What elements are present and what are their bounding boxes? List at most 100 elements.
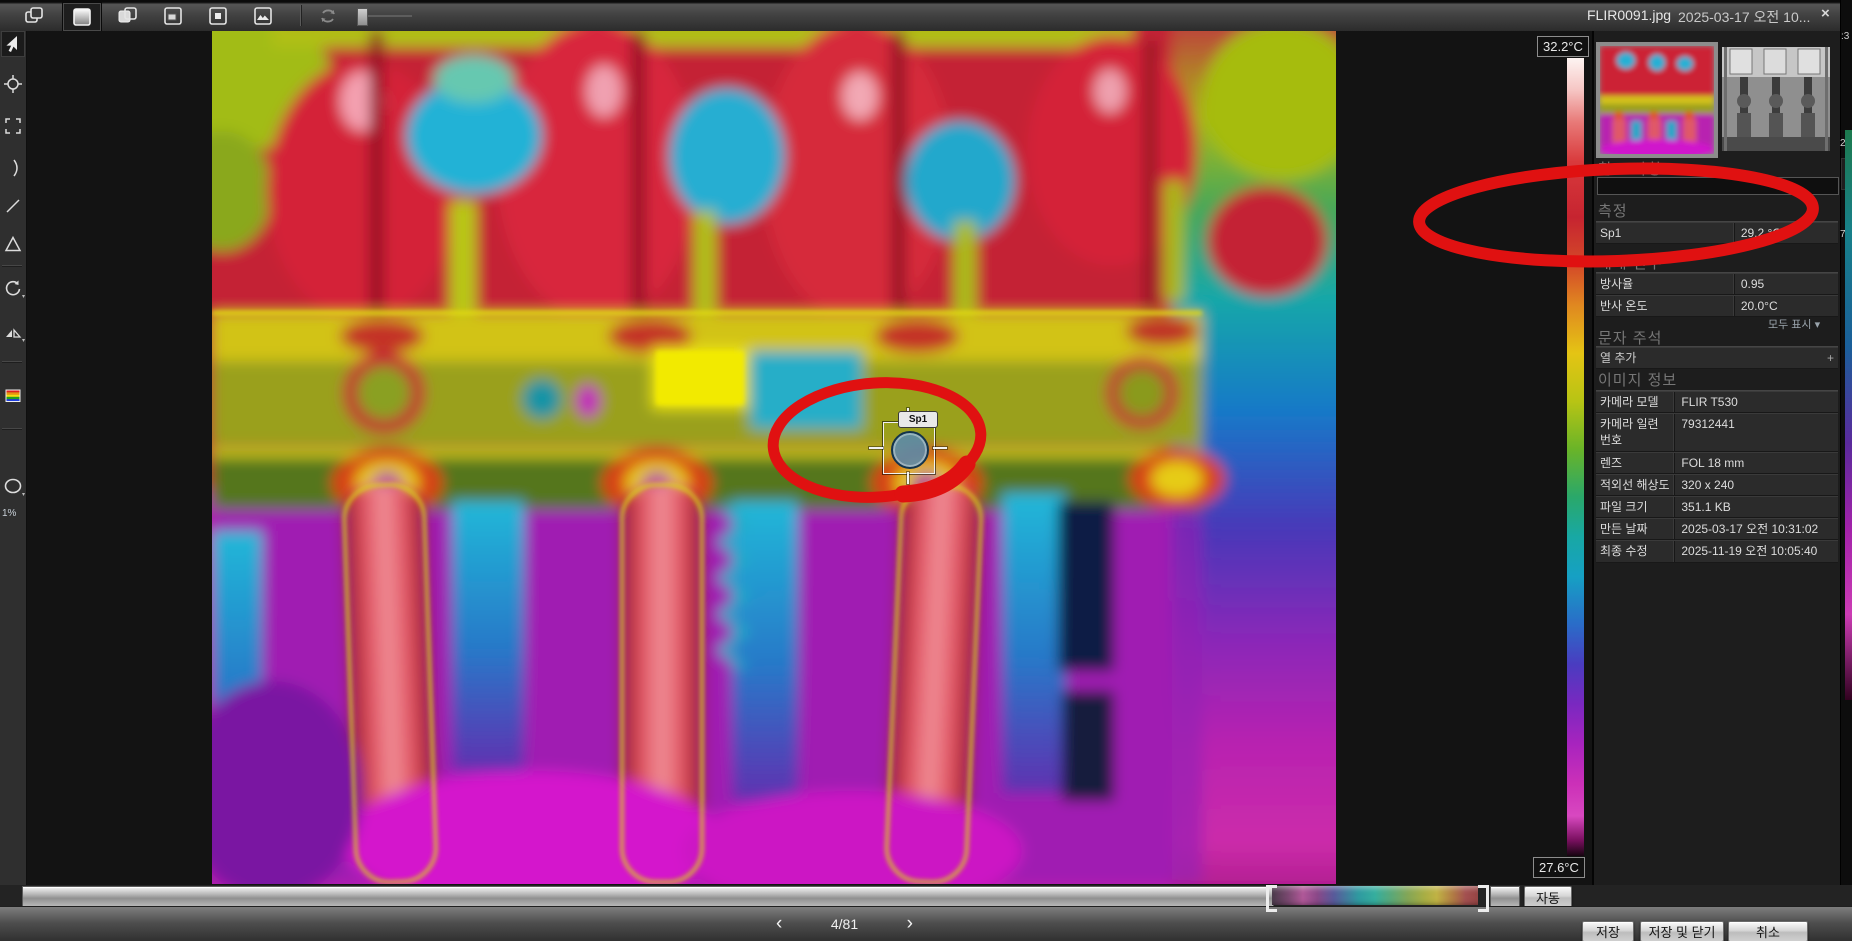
info-value: FLIR T530 <box>1674 392 1838 412</box>
measure-label: Sp1 <box>1596 223 1734 243</box>
arc-measure-icon[interactable] <box>1 155 25 181</box>
param-label: 반사 온도 <box>1596 296 1734 316</box>
span-handle-left[interactable] <box>1266 885 1277 912</box>
table-row: 최종 수정2025-11-19 오전 10:05:40 <box>1596 540 1838 562</box>
thermal-thumbnail-selected[interactable] <box>1596 42 1718 158</box>
table-row: Sp1 29.2 °C <box>1596 222 1838 244</box>
table-row: 반사 온도 20.0°C <box>1596 295 1838 317</box>
table-row: 카메라 모델FLIR T530 <box>1596 391 1838 413</box>
plus-icon[interactable]: + <box>1814 348 1838 368</box>
show-all-label: 모두 표시 <box>1768 319 1812 331</box>
info-value: 2025-03-17 오전 10:31:02 <box>1674 519 1838 539</box>
info-label: 파일 크기 <box>1596 497 1674 517</box>
polygon-measure-icon[interactable] <box>1 231 25 257</box>
add-row-label: 열 추가 <box>1596 348 1814 368</box>
info-value: 2025-11-19 오전 10:05:40 <box>1674 541 1838 561</box>
flip-tool-icon[interactable]: ▾ <box>1 319 25 345</box>
spot-tick-bottom <box>907 472 909 484</box>
visual-photo-thumbnail[interactable] <box>1722 47 1830 151</box>
blend-slider-track[interactable] <box>368 15 412 17</box>
auto-scale-button[interactable]: 자동 <box>1524 886 1572 908</box>
window-file-date: 2025-03-17 오전 10... <box>1678 7 1810 27</box>
palette-tool-icon[interactable] <box>1 383 25 409</box>
prev-image-button[interactable]: ‹ <box>772 915 786 933</box>
close-icon[interactable]: × <box>1821 5 1830 22</box>
info-value: 351.1 KB <box>1674 497 1838 517</box>
select-cursor-icon[interactable] <box>1 31 25 57</box>
spot-tick-right <box>933 447 947 449</box>
info-value: FOL 18 mm <box>1674 453 1838 473</box>
add-row-control[interactable]: 열 추가 + <box>1596 346 1838 369</box>
table-row: 방사율 0.95 <box>1596 273 1838 295</box>
span-track-right[interactable] <box>1490 886 1520 907</box>
measurement-section-title: 측정 <box>1598 200 1628 221</box>
temperature-colorbar[interactable] <box>1567 58 1584 856</box>
param-value[interactable]: 20.0°C <box>1734 296 1838 316</box>
scale-min-label: 27.6°C <box>1533 857 1585 878</box>
span-handle-right[interactable] <box>1478 885 1489 912</box>
info-label: 렌즈 <box>1596 453 1674 473</box>
toolbar-separator <box>300 5 301 26</box>
spot-meter-icon[interactable] <box>1 71 25 97</box>
info-value: 320 x 240 <box>1674 475 1838 495</box>
table-row: 적외선 해상도320 x 240 <box>1596 474 1838 496</box>
blend-slider-handle[interactable] <box>357 8 368 26</box>
pager: ‹ 4/81 › <box>772 912 917 936</box>
notes-input[interactable] <box>1597 177 1839 195</box>
overlay-mode-icon[interactable] <box>22 4 46 28</box>
sidebar-divider <box>2 361 22 362</box>
chevron-down-icon: ▾ <box>22 293 25 300</box>
rotate-image-icon[interactable] <box>316 4 340 28</box>
image-info-section-title: 이미지 정보 <box>1598 369 1677 390</box>
rotate-tool-icon[interactable]: ▾ <box>1 275 25 301</box>
chevron-down-icon: ▾ <box>22 491 25 498</box>
window-filename: FLIR0091.jpg <box>1587 7 1671 23</box>
measure-value: 29.2 °C <box>1734 223 1838 243</box>
info-label: 최종 수정 <box>1596 541 1674 561</box>
edge-colorbar-sliver <box>1845 130 1852 700</box>
thermal-only-mode-icon[interactable] <box>62 2 102 32</box>
top-toolbar: FLIR0091.jpg 2025-03-17 오전 10... × <box>0 0 1852 32</box>
flir-image-editor-window: FLIR0091.jpg 2025-03-17 오전 10... × ▾ <box>0 0 1852 941</box>
image-info-table: 카메라 모델FLIR T530 카메라 일련 번호79312441 렌즈FOL … <box>1596 390 1838 563</box>
status-bar <box>0 906 1852 941</box>
table-row: 만든 날짜2025-03-17 오전 10:31:02 <box>1596 518 1838 540</box>
cancel-button[interactable]: 취소 <box>1728 921 1808 941</box>
save-and-close-button[interactable]: 저장 및 닫기 <box>1640 921 1724 941</box>
line-measure-icon[interactable] <box>1 193 25 219</box>
parameters-table: 방사율 0.95 반사 온도 20.0°C <box>1596 272 1838 317</box>
param-label: 방사율 <box>1596 274 1734 294</box>
thermal-image[interactable] <box>212 31 1336 884</box>
tool-sidebar: ▾ ▾ ▾ 1% <box>0 31 27 885</box>
sidebar-divider <box>2 428 22 429</box>
chevron-down-icon: ▾ <box>22 337 25 344</box>
info-label: 카메라 일련 번호 <box>1596 414 1674 450</box>
photo-mode-icon[interactable] <box>251 4 275 28</box>
table-row: 파일 크기351.1 KB <box>1596 496 1838 518</box>
next-image-button[interactable]: › <box>903 915 917 933</box>
spot-tick-left <box>869 447 883 449</box>
picture-in-picture-mode-icon[interactable] <box>161 4 185 28</box>
fusion-mode-icon[interactable] <box>116 4 140 28</box>
chevron-down-icon: ▾ <box>1815 319 1821 331</box>
thumbnail-mode-icon[interactable] <box>206 4 230 28</box>
scale-max-label: 32.2°C <box>1537 36 1589 57</box>
page-indicator: 4/81 <box>831 916 858 932</box>
measurement-table: Sp1 29.2 °C <box>1596 221 1838 244</box>
rect-measure-icon[interactable] <box>1 113 25 139</box>
show-all-link[interactable]: 모두 표시 ▾ <box>1768 316 1820 332</box>
info-label: 적외선 해상도 <box>1596 475 1674 495</box>
palette-histogram-segment[interactable] <box>1272 886 1478 905</box>
info-value: 79312441 <box>1674 414 1838 450</box>
sidebar-divider <box>2 265 22 266</box>
info-label: 카메라 모델 <box>1596 392 1674 412</box>
ellipse-tool-icon[interactable]: ▾ <box>1 473 25 499</box>
spot-marker-label: Sp1 <box>898 411 938 428</box>
notes-section-title: 참고 사항 <box>1598 158 1662 179</box>
save-button[interactable]: 저장 <box>1582 921 1634 941</box>
table-row: 렌즈FOL 18 mm <box>1596 452 1838 474</box>
spot-marker-circle[interactable] <box>891 431 929 469</box>
param-value[interactable]: 0.95 <box>1734 274 1838 294</box>
span-track-left[interactable] <box>22 886 1274 907</box>
zoom-level-label: 1% <box>2 508 16 519</box>
